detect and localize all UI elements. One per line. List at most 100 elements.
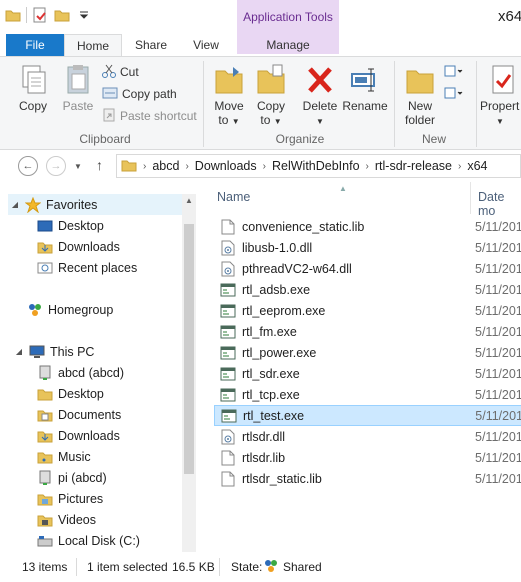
sort-ascending-icon: ▲ [339,184,347,193]
tab-view[interactable]: View [180,34,232,56]
file-row[interactable]: rtl_sdr.exe 5/11/201 [214,363,521,384]
forward-button[interactable]: → [46,156,66,176]
recent-locations-button[interactable]: ▼ [74,162,82,171]
new-item-icon [444,64,464,81]
new-folder-button[interactable]: New folder [398,63,442,127]
breadcrumb-x64[interactable]: x64 [463,159,491,173]
downloads-icon [36,428,54,444]
nav-this-pc[interactable]: ◢ This PC [14,341,95,362]
chevron-right-icon: › [365,160,369,172]
file-row[interactable]: rtl_test.exe 5/11/201 [214,405,521,426]
rename-button[interactable]: Rename [342,63,388,113]
pictures-icon [36,491,54,507]
rename-label: Rename [342,99,388,113]
nav-videos[interactable]: Videos [36,509,96,530]
file-row[interactable]: pthreadVC2-w64.dll 5/11/201 [214,258,521,279]
cut-button[interactable]: Cut [102,62,139,82]
tab-file[interactable]: File [6,34,64,56]
paste-shortcut-button[interactable]: Paste shortcut [102,106,197,126]
customize-qat-icon[interactable] [75,6,93,24]
nav-desktop-label: Desktop [58,218,104,233]
properties-button[interactable]: Propert ▼ [480,63,521,127]
paste-button[interactable]: Paste [58,63,98,113]
selection-size: 16.5 KB [172,560,215,574]
nav-pictures[interactable]: Pictures [36,488,103,509]
easy-access-button[interactable] [444,84,464,104]
nav-documents[interactable]: Documents [36,404,121,425]
properties-icon[interactable] [31,6,49,24]
nav-pc-downloads-label: Downloads [58,428,120,443]
breadcrumb-abcd[interactable]: abcd [148,159,183,173]
delete-button[interactable]: Delete ▼ [298,63,342,127]
scroll-up-icon[interactable]: ▲ [182,194,196,208]
file-row[interactable]: rtlsdr_static.lib 5/11/201 [214,468,521,489]
column-header-name[interactable]: Name [217,190,250,210]
nav-pi[interactable]: pi (abcd) [36,467,107,488]
file-name: rtl_fm.exe [242,324,297,339]
new-folder-icon[interactable] [53,6,71,24]
arrow-up-icon: ↑ [96,157,103,173]
nav-pc-desktop[interactable]: Desktop [36,383,104,404]
file-row[interactable]: rtl_adsb.exe 5/11/201 [214,279,521,300]
copy-icon [17,63,49,97]
up-button[interactable]: ↑ [96,157,103,173]
tab-manage[interactable]: Manage [237,34,339,56]
column-header-date[interactable]: Date mo [478,190,521,218]
column-date-label: Date mo [478,190,505,218]
nav-favorites[interactable]: ◢ Favorites [8,194,182,215]
copy-button[interactable]: Copy [10,63,56,113]
copy-path-button[interactable]: Copy path [102,84,177,104]
move-to-button[interactable]: Move to ▼ [208,63,250,127]
file-name: convenience_static.lib [242,219,365,234]
file-row[interactable]: rtl_tcp.exe 5/11/201 [214,384,521,405]
copy-path-label: Copy path [122,87,177,101]
ribbon-divider [394,61,395,147]
file-name: pthreadVC2-w64.dll [242,261,352,276]
quick-access-toolbar [4,6,93,24]
new-item-button[interactable] [444,62,464,82]
column-name-label: Name [217,190,251,204]
new-folder-label-2: folder [404,113,436,127]
nav-pc-downloads[interactable]: Downloads [36,425,120,446]
nav-music[interactable]: Music [36,446,91,467]
tab-share[interactable]: Share [122,34,180,56]
file-row[interactable]: rtlsdr.lib 5/11/201 [214,447,521,468]
file-row[interactable]: rtl_fm.exe 5/11/201 [214,321,521,342]
nav-homegroup[interactable]: Homegroup [26,299,113,320]
new-folder-icon [404,63,436,97]
file-date: 5/11/201 [475,240,521,255]
breadcrumb-downloads[interactable]: Downloads [191,159,261,173]
arrow-right-icon: → [50,160,62,172]
nav-downloads[interactable]: Downloads [36,236,120,257]
file-row[interactable]: libusb-1.0.dll 5/11/201 [214,237,521,258]
nav-scrollbar[interactable]: ▲ [182,194,196,552]
file-name: rtl_adsb.exe [242,282,311,297]
nav-desktop[interactable]: Desktop [36,215,104,236]
scrollbar-thumb[interactable] [184,224,194,474]
copy-to-button[interactable]: Copy to ▼ [250,63,292,127]
navigation-bar: ← → ▼ ↑ › abcd › Downloads › RelWithDebI… [0,150,521,182]
item-count: 13 items [22,560,68,574]
tab-home[interactable]: Home [64,34,122,56]
nav-local-disk[interactable]: Local Disk (C:) [36,530,140,551]
breadcrumb-relwithdebinfo[interactable]: RelWithDebInfo [268,159,364,173]
address-bar[interactable]: › abcd › Downloads › RelWithDebInfo › rt… [116,154,521,178]
file-row[interactable]: rtlsdr.dll 5/11/201 [214,426,521,447]
dll-icon [220,429,236,445]
breadcrumb-rtl-sdr-release[interactable]: rtl-sdr-release [371,159,456,173]
ribbon-tabs: File Home Share View Manage [0,34,521,56]
exe-icon [220,324,236,340]
file-row[interactable]: rtl_power.exe 5/11/201 [214,342,521,363]
nav-recent-places[interactable]: Recent places [36,257,137,278]
network-drive-icon [36,470,54,486]
file-row[interactable]: rtl_eeprom.exe 5/11/201 [214,300,521,321]
state-value: Shared [283,560,322,574]
file-date: 5/11/201 [475,450,521,465]
file-row[interactable]: convenience_static.lib 5/11/201 [214,216,521,237]
nav-abcd[interactable]: abcd (abcd) [36,362,124,383]
column-divider[interactable] [470,182,471,214]
file-name: libusb-1.0.dll [242,240,313,255]
chevron-right-icon: › [185,160,189,172]
back-button[interactable]: ← [18,156,38,176]
easy-access-icon [444,86,464,103]
